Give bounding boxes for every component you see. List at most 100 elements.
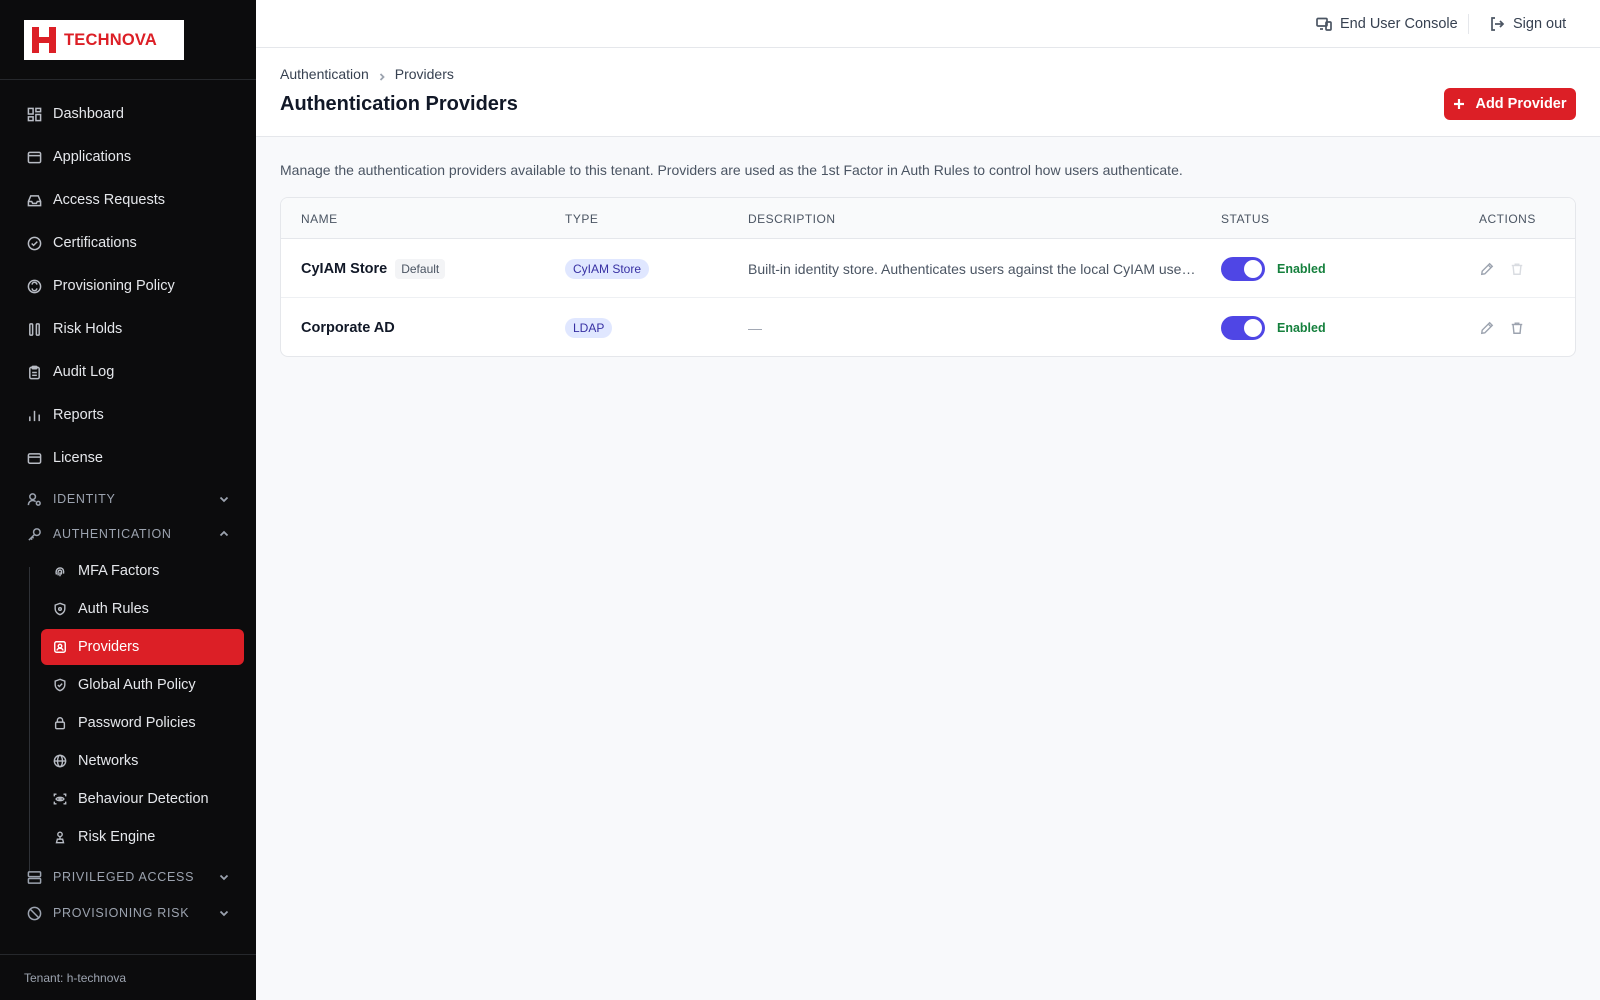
sidebar-item-networks[interactable]: Networks [41,743,244,779]
provider-name-cell: CyIAM Store Default [301,239,446,298]
sidebar-item-label: Providers [78,639,140,655]
card-icon [24,448,44,468]
sidebar-item-auth-rules[interactable]: Auth Rules [41,591,244,627]
add-provider-button[interactable]: Add Provider [1444,88,1576,120]
sidebar-item-label: Risk Engine [78,829,156,845]
sidebar-item-provisioning-policy[interactable]: Provisioning Policy [16,267,244,305]
log-out-icon [1491,17,1505,31]
provider-name[interactable]: CyIAM Store [301,261,387,277]
type-badge: CyIAM Store [565,258,650,279]
sidebar-item-providers[interactable]: Providers [41,629,244,665]
sidebar-item-label: MFA Factors [78,563,160,579]
add-provider-label: Add Provider [1475,96,1567,112]
section-label: PRIVILEGED ACCESS [53,870,195,884]
sidebar-item-mfa-factors[interactable]: MFA Factors [41,553,244,589]
edit-icon[interactable] [1479,261,1495,277]
page-header: Authentication Providers Authentication … [256,48,1600,137]
policy-icon [24,276,44,296]
sidebar-item-dashboard[interactable]: Dashboard [16,95,244,133]
section-label: AUTHENTICATION [53,527,172,541]
lock-icon [51,714,69,732]
provider-description-cell: — [748,298,762,356]
provider-name-cell: Corporate AD [301,298,395,356]
sidebar-item-label: Certifications [53,235,137,251]
sign-out-link[interactable]: Sign out [1489,0,1566,48]
toggle-knob [1244,259,1262,278]
technova-logo[interactable]: TECHNOVA [24,20,184,60]
sidebar: TECHNOVA Dashboard Applications Access R… [0,0,256,1000]
provider-description-cell: Built-in identity store. Authenticates u… [748,239,1196,298]
sidebar-item-label: Access Requests [53,192,166,208]
trash-icon[interactable] [1509,320,1525,336]
bar-chart-icon [24,405,44,425]
default-badge: Default [395,258,446,279]
sidebar-item-applications[interactable]: Applications [16,138,244,176]
column-status[interactable]: STATUS [1221,212,1270,226]
providers-table: NAME TYPE DESCRIPTION STATUS ACTIONS CyI… [280,197,1576,357]
section-provisioning-risk[interactable]: PROVISIONING RISK [16,898,244,928]
shield-check-icon [51,676,69,694]
chevron-down-icon [218,493,230,505]
sidebar-item-audit-log[interactable]: Audit Log [16,353,244,391]
id-card-icon [51,638,69,656]
submenu-guide-line [29,567,30,871]
provider-actions-cell [1479,298,1525,356]
sidebar-item-label: Applications [53,149,132,165]
end-user-console-label: End User Console [1340,16,1458,32]
sidebar-item-license[interactable]: License [16,439,244,477]
section-label: PROVISIONING RISK [53,906,190,920]
sidebar-item-label: Reports [53,407,104,423]
chevron-down-icon [218,907,230,919]
page-title: Authentication Providers [280,93,518,115]
column-type[interactable]: TYPE [565,212,598,226]
section-authentication[interactable]: AUTHENTICATION [16,519,244,549]
sidebar-item-behaviour-detection[interactable]: Behaviour Detection [41,781,244,817]
table-header: NAME TYPE DESCRIPTION STATUS ACTIONS [281,198,1575,239]
engine-icon [51,828,69,846]
sidebar-item-label: Provisioning Policy [53,278,175,294]
type-badge: LDAP [565,317,613,338]
chevron-up-icon [218,528,230,540]
provider-type-cell: CyIAM Store [565,239,650,298]
logo-text: TECHNOVA [64,30,157,49]
section-label: IDENTITY [53,492,116,506]
column-name[interactable]: NAME [301,212,338,226]
app-window-icon [24,147,44,167]
sidebar-item-label: Auth Rules [78,601,149,617]
provider-type-cell: LDAP [565,298,613,356]
status-text: Enabled [1277,320,1326,335]
section-privileged-access[interactable]: PRIVILEGED ACCESS [16,862,244,892]
chevron-down-icon [218,871,230,883]
section-identity[interactable]: IDENTITY [16,484,244,514]
plus-icon [1454,99,1465,109]
monitor-phone-icon [1316,17,1332,31]
sidebar-item-certifications[interactable]: Certifications [16,224,244,262]
sign-out-label: Sign out [1513,16,1567,32]
clipboard-icon [24,362,44,382]
topbar-divider [1468,14,1469,34]
user-cog-icon [24,489,44,509]
table-row[interactable]: CyIAM Store Default CyIAM Store Built-in… [281,239,1575,298]
sidebar-item-label: Behaviour Detection [78,791,209,807]
chevron-right-icon [377,69,387,81]
edit-icon[interactable] [1479,320,1495,336]
pause-icon [24,319,44,339]
sidebar-item-reports[interactable]: Reports [16,396,244,434]
page-description: Manage the authentication providers avai… [280,162,1183,178]
breadcrumb-authentication[interactable]: Authentication [280,66,369,82]
sidebar-item-risk-engine[interactable]: Risk Engine [41,819,244,855]
table-row[interactable]: Corporate AD LDAP — Enabled [281,298,1575,356]
column-description: DESCRIPTION [748,212,836,226]
status-toggle[interactable] [1221,315,1265,340]
sidebar-item-label: Networks [78,753,139,769]
sidebar-item-global-auth-policy[interactable]: Global Auth Policy [41,667,244,703]
key-icon [24,524,44,544]
trash-icon [1509,261,1525,277]
sidebar-item-password-policies[interactable]: Password Policies [41,705,244,741]
dashboard-icon [24,104,44,124]
sidebar-item-access-requests[interactable]: Access Requests [16,181,244,219]
status-toggle[interactable] [1221,256,1265,281]
sidebar-item-risk-holds[interactable]: Risk Holds [16,310,244,348]
end-user-console-link[interactable]: End User Console [1316,0,1458,48]
provider-name[interactable]: Corporate AD [301,320,395,336]
